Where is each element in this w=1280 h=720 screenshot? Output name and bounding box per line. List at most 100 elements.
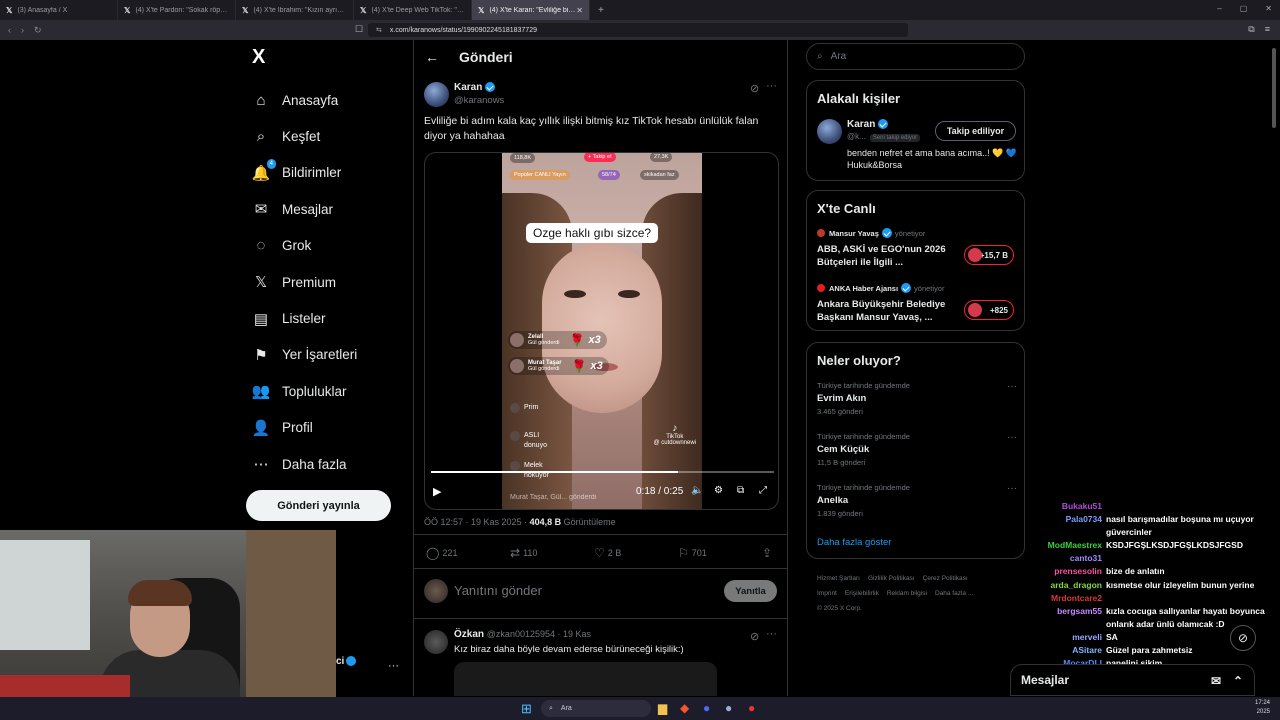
sidebar-item-topluluklar[interactable]: 👥 Topluluklar	[252, 373, 357, 409]
repost-button[interactable]: ⇄ 110	[510, 546, 537, 560]
like-button[interactable]: ♡ 2 B	[594, 546, 621, 560]
steam-icon[interactable]: ●	[725, 701, 732, 715]
volume-icon[interactable]: 🔈	[691, 485, 703, 496]
account-more-icon[interactable]: ···	[388, 660, 399, 672]
bookmark-button[interactable]: ⚐ 701	[678, 546, 707, 560]
brave-browser-icon[interactable]: ◆	[680, 701, 689, 715]
search-input[interactable]: ⌕ Ara	[806, 43, 1025, 70]
sidebar-item-grok[interactable]: ◌ Grok	[252, 228, 357, 264]
more-icon[interactable]: ···	[766, 628, 777, 640]
scrollbar[interactable]	[1272, 48, 1276, 128]
sidebar-item-daha-fazla[interactable]: ⋯ Daha fazla	[252, 446, 357, 482]
folder-icon[interactable]: ▆	[658, 701, 667, 715]
back-arrow-icon[interactable]: ‹	[8, 25, 11, 36]
related-name[interactable]: Karan	[847, 119, 889, 130]
page-header: ← Gönderi	[414, 40, 787, 76]
minimize-icon[interactable]: –	[1217, 4, 1221, 13]
bookmark-page-icon[interactable]: ☐	[355, 24, 363, 35]
more-icon[interactable]: ···	[766, 80, 777, 92]
play-icon[interactable]: ▶	[433, 485, 441, 498]
app-icon[interactable]: ●	[748, 701, 755, 715]
footer-link[interactable]: Daha fazla ...	[935, 590, 973, 597]
video-player[interactable]: 118,8K + Takip et 27,3K Popüler CANLI Ya…	[424, 152, 779, 510]
address-bar[interactable]: ⇆ x.com/karanows/status/19909022451818377…	[368, 23, 908, 37]
sidebar-item-premium[interactable]: 𝕏 Premium	[252, 264, 357, 300]
new-tab-button[interactable]: +	[590, 5, 612, 16]
settings-gear-icon[interactable]: ⚙	[714, 485, 723, 496]
trend-item[interactable]: Türkiye tarihinde gündemde Anelka 1.839 …	[817, 483, 1017, 518]
video-progress-bar[interactable]	[431, 471, 774, 473]
close-window-icon[interactable]: ✕	[1265, 4, 1272, 13]
author-handle[interactable]: @karanows	[454, 95, 504, 106]
sidebar-item-listeler[interactable]: ▤ Listeler	[252, 300, 357, 336]
gift-notice: Murat Taşar Gül gönderdi 🌹 x3	[508, 357, 609, 375]
taskbar-search[interactable]: ⌕ Ara	[541, 700, 651, 717]
live-listeners-chip[interactable]: +825	[964, 300, 1014, 320]
chat-text: bize de anlatın	[1106, 566, 1165, 577]
more-icon[interactable]: ···	[1007, 432, 1017, 443]
tweet-timestamp[interactable]: ÖÖ 12:57 · 19 Kas 2025 ·	[424, 517, 527, 527]
sidebar-item-bildirimler[interactable]: 🔔 4 Bildirimler	[252, 155, 357, 191]
browser-tab-active[interactable]: 𝕏(4) X'te Karan: "Evliliğe bi adım k...✕	[472, 0, 590, 20]
expand-icon[interactable]: ⌃	[1233, 674, 1243, 688]
sidebar-item-keşfet[interactable]: ⌕ Keşfet	[252, 118, 357, 154]
x-favicon-icon: 𝕏	[478, 5, 485, 15]
discord-icon[interactable]: ●	[703, 701, 710, 715]
footer-link[interactable]: Çerez Politikası	[923, 575, 968, 582]
footer-link[interactable]: Hizmet Şartları	[817, 575, 860, 582]
rose-icon: 🌹	[571, 359, 587, 373]
more-icon[interactable]: ···	[1007, 483, 1017, 494]
maximize-icon[interactable]: ▢	[1240, 4, 1248, 13]
live-role: yönetiyor	[894, 228, 926, 238]
divider	[414, 618, 787, 619]
footer-link[interactable]: Imprint	[817, 590, 837, 597]
browser-tab[interactable]: 𝕏(4) X'te Deep Web TikTok: "Son dakik...	[354, 0, 472, 20]
grok-fab-icon[interactable]: ⊘	[1230, 625, 1256, 651]
share-button[interactable]: ⇪	[762, 546, 772, 560]
close-tab-icon[interactable]: ✕	[576, 6, 583, 15]
reply-submit-button[interactable]: Yanıtla	[724, 580, 777, 602]
grok-icon[interactable]: ⊘	[750, 630, 759, 643]
trend-item[interactable]: Türkiye tarihinde gündemde Evrim Akın 3.…	[817, 381, 1017, 416]
sidebar-item-profil[interactable]: 👤 Profil	[252, 410, 357, 446]
avatar[interactable]	[424, 82, 449, 107]
site-info-icon[interactable]: ⇆	[376, 26, 382, 34]
author-name[interactable]: Karan	[454, 82, 496, 93]
reply-button[interactable]: ◯ 221	[426, 546, 457, 560]
menu-icon[interactable]: ≡	[1265, 24, 1270, 35]
browser-tab[interactable]: 𝕏(4) X'te İbrahim: "Kızın ayrıbk açıklar…	[236, 0, 354, 20]
reply-author[interactable]: Özkan @zkan00125954 · 19 Kas	[454, 629, 591, 640]
reload-icon[interactable]: ↻	[34, 25, 42, 36]
show-more-link[interactable]: Daha fazla göster	[817, 537, 891, 548]
sidebar-item-mesajlar[interactable]: ✉ Mesajlar	[252, 191, 357, 227]
grok-icon[interactable]: ⊘	[750, 82, 759, 95]
compose-message-icon[interactable]: ✉	[1211, 674, 1221, 688]
extension-icon[interactable]: ⧉	[1248, 24, 1254, 35]
reply-media[interactable]	[454, 662, 717, 696]
footer-link[interactable]: Reklam bilgisi	[887, 590, 927, 597]
windows-start-icon[interactable]: ⊞	[521, 701, 532, 717]
back-arrow-icon[interactable]: ←	[425, 49, 439, 65]
live-listeners-chip[interactable]: +15,7 B	[964, 245, 1014, 265]
trend-item[interactable]: Türkiye tarihinde gündemde Cem Küçük 11,…	[817, 432, 1017, 467]
browser-tab[interactable]: 𝕏 (3) Anasayfa / X	[0, 0, 118, 20]
footer-link[interactable]: © 2025 X Corp.	[817, 605, 862, 612]
fullscreen-icon[interactable]: ⤢	[759, 485, 767, 496]
footer-link[interactable]: Gizlilik Politikası	[868, 575, 915, 582]
avatar	[968, 303, 982, 317]
repost-icon: ⇄	[510, 546, 521, 560]
following-button[interactable]: Takip ediliyor	[935, 121, 1016, 141]
footer-link[interactable]: Erişilebilirlik	[845, 590, 879, 597]
avatar[interactable]	[424, 630, 448, 654]
sidebar-item-yer-i-şaretleri[interactable]: ⚑ Yer İşaretleri	[252, 337, 357, 373]
sidebar-item-anasayfa[interactable]: ⌂ Anasayfa	[252, 82, 357, 118]
avatar[interactable]	[817, 119, 842, 144]
browser-tab[interactable]: 𝕏(4) X'te Pardon: "Sokak röportajında ..…	[118, 0, 236, 20]
post-button[interactable]: Gönderi yayınla	[246, 490, 391, 521]
forward-arrow-icon[interactable]: ›	[21, 25, 24, 36]
reply-input[interactable]: Yanıtını gönder	[454, 583, 542, 598]
messages-drawer[interactable]: Mesajlar ✉ ⌃	[1010, 664, 1255, 696]
more-icon[interactable]: ···	[1007, 381, 1017, 392]
x-logo[interactable]: X	[252, 46, 265, 69]
pip-icon[interactable]: ⧉	[737, 485, 744, 496]
